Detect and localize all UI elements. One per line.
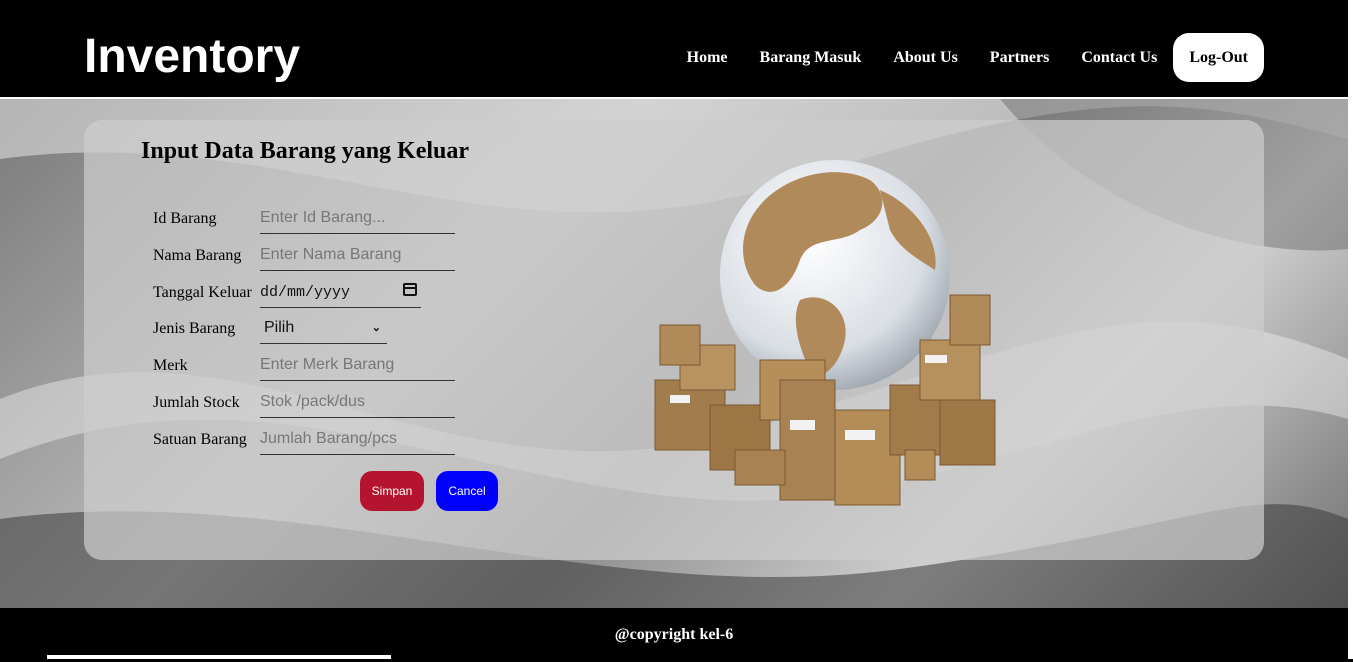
nav-contact-us[interactable]: Contact Us xyxy=(1081,49,1157,67)
row-tanggal-keluar: Tanggal Keluar dd/mm/yyyy xyxy=(153,274,421,311)
label-tanggal-keluar: Tanggal Keluar xyxy=(153,283,252,301)
label-id-barang: Id Barang xyxy=(153,209,217,227)
row-jenis-barang: Jenis Barang Pilih ⌄ xyxy=(153,310,387,347)
nav-barang-masuk[interactable]: Barang Masuk xyxy=(760,49,862,67)
id-barang-input[interactable] xyxy=(260,203,455,234)
jenis-barang-select[interactable]: Pilih ⌄ xyxy=(260,314,387,344)
nav-about-us[interactable]: About Us xyxy=(893,49,957,67)
calendar-icon[interactable] xyxy=(403,283,417,296)
label-nama-barang: Nama Barang xyxy=(153,246,242,264)
row-nama-barang: Nama Barang xyxy=(153,237,455,274)
save-button[interactable]: Simpan xyxy=(360,471,424,511)
nav-partners[interactable]: Partners xyxy=(990,49,1050,67)
main-nav: Home Barang Masuk About Us Partners Cont… xyxy=(655,33,1264,82)
horizontal-scrollbar[interactable] xyxy=(47,655,391,659)
cancel-button[interactable]: Cancel xyxy=(436,471,498,511)
form-title: Input Data Barang yang Keluar xyxy=(141,138,470,164)
site-footer: @copyright kel-6 xyxy=(0,608,1348,659)
merk-input[interactable] xyxy=(260,350,455,381)
label-satuan-barang: Satuan Barang xyxy=(153,430,247,448)
row-jumlah-stock: Jumlah Stock xyxy=(153,384,455,421)
select-value: Pilih xyxy=(264,319,295,336)
jumlah-stock-input[interactable] xyxy=(260,387,455,418)
site-header: Inventory Home Barang Masuk About Us Par… xyxy=(0,0,1348,97)
label-jumlah-stock: Jumlah Stock xyxy=(153,393,240,411)
label-jenis-barang: Jenis Barang xyxy=(153,319,236,337)
nav-home[interactable]: Home xyxy=(687,49,728,67)
row-id-barang: Id Barang xyxy=(153,200,455,237)
vertical-scrollbar[interactable] xyxy=(1348,0,1353,659)
row-merk: Merk xyxy=(153,347,455,384)
chevron-down-icon: ⌄ xyxy=(371,321,381,334)
tanggal-keluar-date-input[interactable]: dd/mm/yyyy xyxy=(260,277,421,308)
row-satuan-barang: Satuan Barang xyxy=(153,421,455,458)
logout-button[interactable]: Log-Out xyxy=(1173,33,1264,82)
label-merk: Merk xyxy=(153,356,188,374)
date-value: dd/mm/yyyy xyxy=(260,283,351,301)
site-logo: Inventory xyxy=(84,30,301,83)
satuan-barang-input[interactable] xyxy=(260,424,455,455)
nama-barang-input[interactable] xyxy=(260,240,455,271)
globe-boxes-image xyxy=(640,150,1020,525)
